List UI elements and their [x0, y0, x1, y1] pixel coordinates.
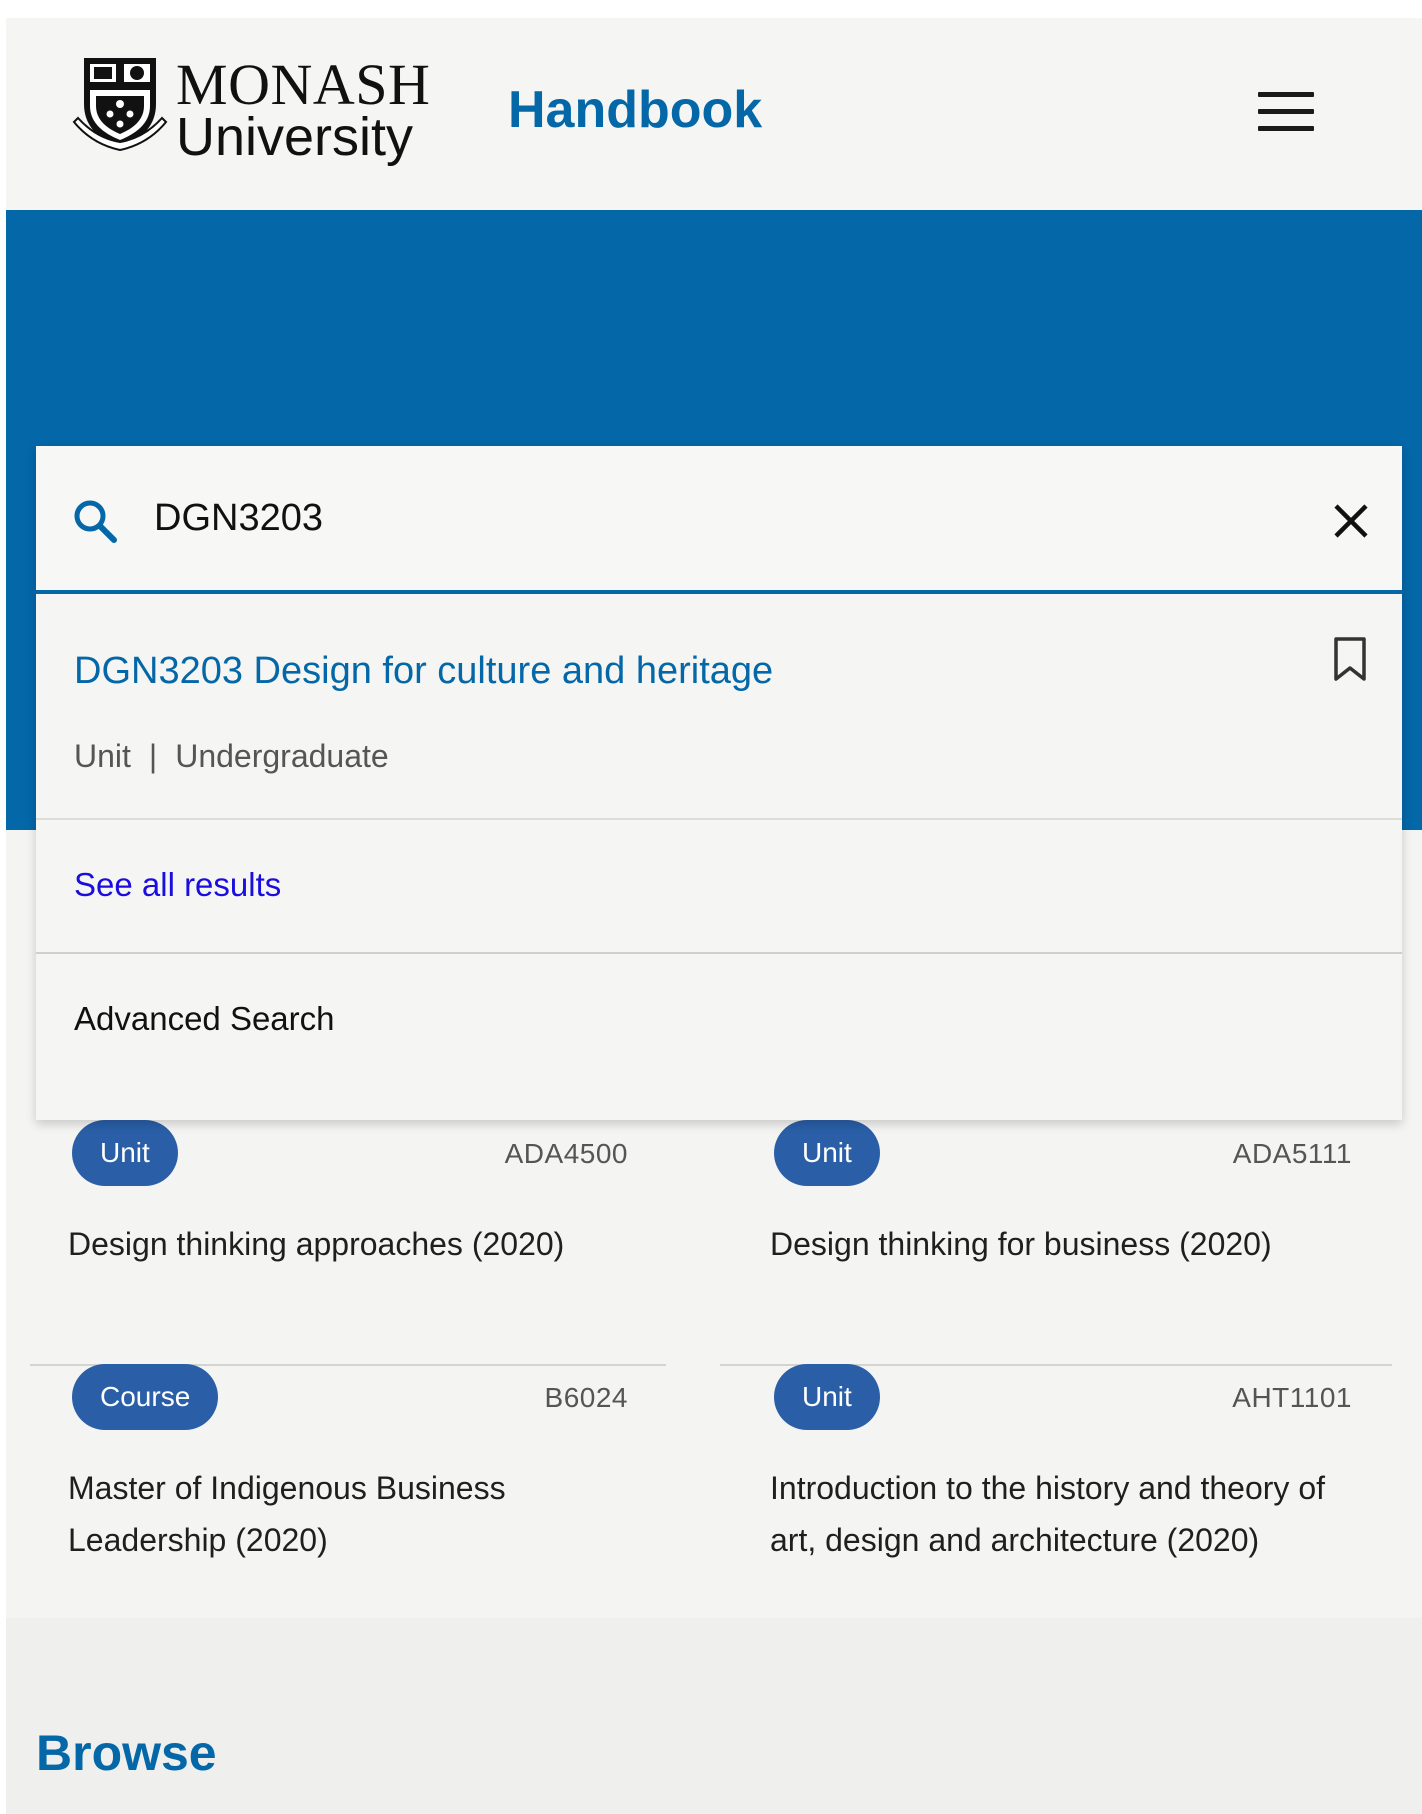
type-badge: Unit [774, 1364, 880, 1430]
menu-bar [1258, 126, 1314, 131]
search-panel: DGN3203 Design for culture and heritage … [36, 446, 1402, 1120]
type-badge: Unit [774, 1120, 880, 1186]
hamburger-menu-icon[interactable] [1258, 92, 1314, 132]
menu-bar [1258, 109, 1314, 114]
type-badge: Unit [72, 1120, 178, 1186]
type-badge: Course [72, 1364, 219, 1430]
logo-line-university: University [176, 107, 414, 167]
result-name: Design for culture and heritage [253, 650, 774, 692]
see-all-results-link[interactable]: See all results [74, 866, 281, 904]
list-item[interactable]: Unit ADA4500 Design thinking approaches … [30, 1120, 666, 1366]
item-code: B6024 [544, 1382, 628, 1413]
logo-line-monash: MONASH [176, 52, 431, 117]
item-title[interactable]: Master of Indigenous Business Leadership… [68, 1462, 648, 1566]
item-title[interactable]: Design thinking approaches (2020) [68, 1218, 648, 1270]
monash-university-logo[interactable]: MONASH University [72, 48, 442, 164]
list-item[interactable]: Course B6024 Master of Indigenous Busine… [30, 1364, 666, 1614]
item-code: AHT1101 [1232, 1382, 1352, 1413]
page: MONASH University Handbook Unit ADA4500 … [6, 18, 1422, 1814]
meta-separator: | [148, 738, 158, 774]
advanced-search-row[interactable]: Advanced Search [36, 954, 1402, 1088]
item-title[interactable]: Introduction to the history and theory o… [770, 1462, 1370, 1566]
search-bar [36, 446, 1402, 594]
advanced-search-link[interactable]: Advanced Search [74, 1000, 335, 1038]
logo-wordmark: MONASH University [176, 52, 431, 167]
list-item[interactable]: Unit ADA5111 Design thinking for busines… [720, 1120, 1392, 1366]
browse-heading: Browse [36, 1725, 217, 1781]
list-item[interactable]: Unit AHT1101 Introduction to the history… [720, 1364, 1392, 1614]
site-title[interactable]: Handbook [508, 80, 762, 140]
search-icon [74, 500, 117, 543]
item-title[interactable]: Design thinking for business (2020) [770, 1218, 1370, 1270]
search-result-item[interactable]: DGN3203 Design for culture and heritage … [36, 598, 1402, 820]
search-result-meta: Unit | Undergraduate [74, 738, 389, 775]
search-input[interactable] [154, 486, 1214, 550]
site-header: MONASH University Handbook [6, 18, 1422, 210]
result-code: DGN3203 [74, 650, 243, 692]
monash-crest-logo [72, 58, 168, 152]
result-level: Undergraduate [175, 738, 389, 774]
bookmark-icon[interactable] [1332, 636, 1368, 682]
close-icon[interactable] [1332, 502, 1370, 540]
menu-bar [1258, 92, 1314, 97]
see-all-results-row: See all results [36, 820, 1402, 954]
search-result-title[interactable]: DGN3203 Design for culture and heritage [74, 650, 773, 693]
item-code: ADA4500 [504, 1138, 628, 1169]
browse-section [6, 1618, 1422, 1814]
item-code: ADA5111 [1232, 1138, 1352, 1169]
result-type: Unit [74, 738, 131, 774]
